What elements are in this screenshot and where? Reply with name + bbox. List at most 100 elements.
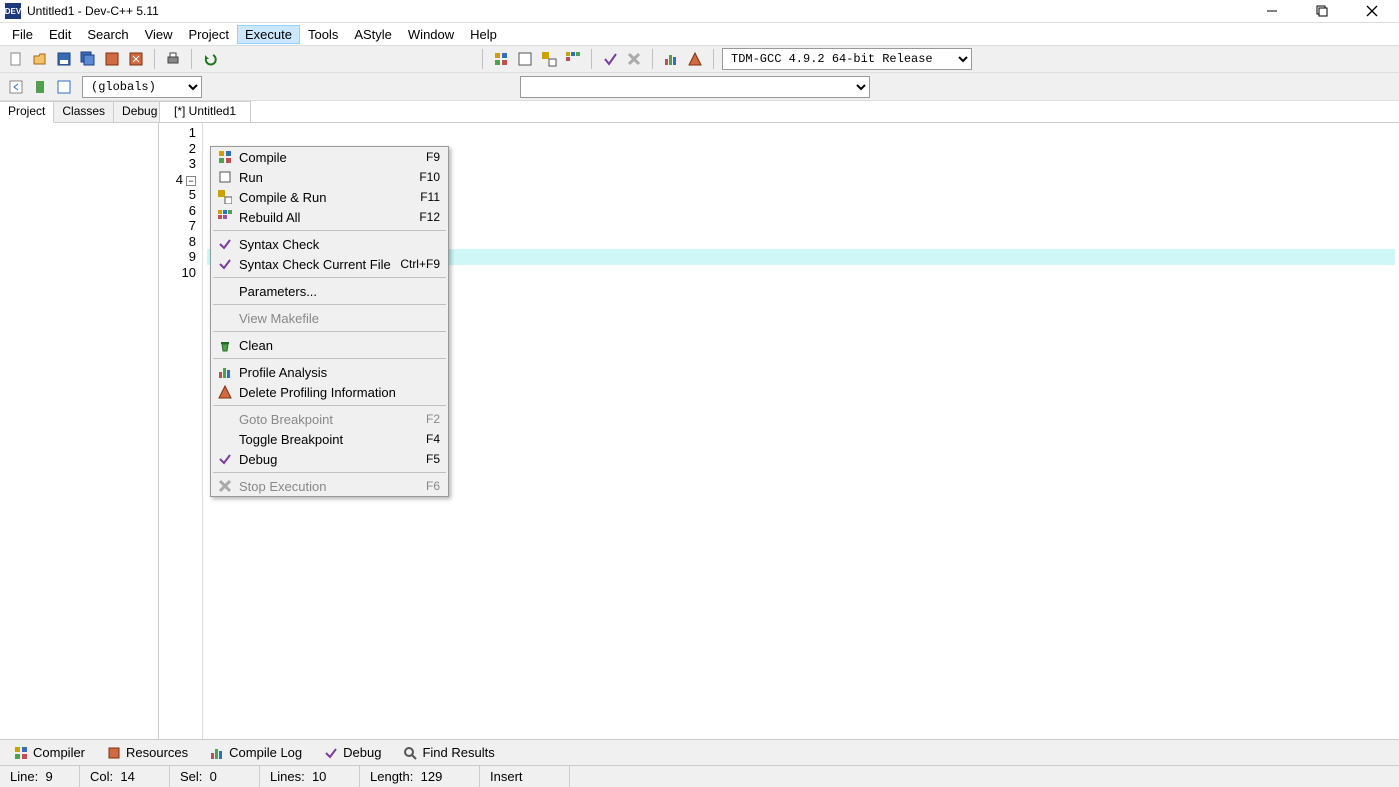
stop-icon (215, 479, 235, 493)
back-icon[interactable] (6, 77, 26, 97)
menu-item-debug[interactable]: DebugF5 (211, 449, 448, 469)
menu-item-clean[interactable]: Clean (211, 335, 448, 355)
status-line: Line: 9 (0, 766, 80, 787)
compile-run-icon (215, 190, 235, 204)
code-line[interactable] (207, 125, 1395, 141)
menu-item-compile[interactable]: CompileF9 (211, 147, 448, 167)
window-title: Untitled1 - Dev-C++ 5.11 (27, 4, 1258, 18)
new-file-icon[interactable] (6, 49, 26, 69)
menu-item-shortcut: F5 (426, 452, 440, 466)
bottom-tab-find-results[interactable]: Find Results (393, 742, 504, 763)
menu-item-run[interactable]: RunF10 (211, 167, 448, 187)
run-icon[interactable] (515, 49, 535, 69)
menu-item-shortcut: F11 (420, 190, 440, 204)
menu-item-profile-analysis[interactable]: Profile Analysis (211, 362, 448, 382)
menu-item-shortcut: F9 (426, 150, 440, 164)
menu-separator (213, 331, 446, 332)
sidebar-tab-project[interactable]: Project (0, 101, 54, 123)
menu-item-shortcut: F12 (419, 210, 440, 224)
compile-icon[interactable] (491, 49, 511, 69)
menu-window[interactable]: Window (400, 25, 462, 44)
line-number: 2 (161, 141, 196, 157)
goto-icon[interactable] (54, 77, 74, 97)
menu-astyle[interactable]: AStyle (346, 25, 400, 44)
menu-item-shortcut: F4 (426, 432, 440, 446)
toolbar-secondary: (globals) (0, 73, 1399, 101)
compiler-select[interactable]: TDM-GCC 4.9.2 64-bit Release (722, 48, 972, 70)
close-button[interactable] (1358, 1, 1386, 21)
editor-tab[interactable]: [*] Untitled1 (159, 101, 251, 122)
syntax-icon (215, 237, 235, 251)
line-number: 10 (161, 265, 196, 281)
menu-item-syntax-check[interactable]: Syntax Check (211, 234, 448, 254)
sidebar-tabs: ProjectClassesDebug (0, 101, 158, 123)
menu-item-label: View Makefile (235, 311, 440, 326)
bottom-tab-compiler[interactable]: Compiler (4, 742, 95, 763)
menu-execute[interactable]: Execute (237, 25, 300, 44)
undo-icon[interactable] (200, 49, 220, 69)
bookmark-icon[interactable] (30, 77, 50, 97)
find-results-icon (403, 746, 417, 760)
bottom-tab-bar: Compiler Resources Compile LogDebugFind Re… (0, 739, 1399, 765)
class-select[interactable] (520, 76, 870, 98)
sidebar-tab-classes[interactable]: Classes (54, 101, 114, 122)
debug-icon (324, 746, 338, 760)
menu-view[interactable]: View (137, 25, 181, 44)
menu-item-label: Compile (235, 150, 426, 165)
bottom-tab-resources[interactable]: Resources (97, 742, 198, 763)
menu-item-syntax-check-current-file[interactable]: Syntax Check Current FileCtrl+F9 (211, 254, 448, 274)
bottom-tab-debug[interactable]: Debug (314, 742, 391, 763)
menu-search[interactable]: Search (79, 25, 136, 44)
menu-separator (213, 358, 446, 359)
save-all-icon[interactable] (78, 49, 98, 69)
menu-item-label: Rebuild All (235, 210, 419, 225)
minimize-button[interactable] (1258, 1, 1286, 21)
line-gutter: 1234−5678910 (159, 123, 203, 739)
menu-item-label: Syntax Check Current File (235, 257, 400, 272)
save-project-icon[interactable] (102, 49, 122, 69)
debug-icon (215, 452, 235, 466)
status-sel: Sel: 0 (170, 766, 260, 787)
stop-icon[interactable] (624, 49, 644, 69)
profile-icon[interactable] (661, 49, 681, 69)
resources-icon (107, 746, 121, 760)
menu-item-shortcut: Ctrl+F9 (400, 257, 440, 271)
menu-item-label: Syntax Check (235, 237, 440, 252)
menu-item-shortcut: F6 (426, 479, 440, 493)
menu-item-label: Profile Analysis (235, 365, 440, 380)
menu-item-toggle-breakpoint[interactable]: Toggle BreakpointF4 (211, 429, 448, 449)
menu-help[interactable]: Help (462, 25, 505, 44)
menu-item-rebuild-all[interactable]: Rebuild AllF12 (211, 207, 448, 227)
menu-edit[interactable]: Edit (41, 25, 79, 44)
menu-separator (213, 230, 446, 231)
print-icon[interactable] (163, 49, 183, 69)
delete-profile-icon[interactable] (685, 49, 705, 69)
rebuild-icon[interactable] (563, 49, 583, 69)
maximize-button[interactable] (1308, 1, 1336, 21)
compile-run-icon[interactable] (539, 49, 559, 69)
syntax-icon (215, 257, 235, 271)
app-icon: DEV (5, 3, 21, 19)
menu-separator (213, 304, 446, 305)
menu-item-compile-run[interactable]: Compile & RunF11 (211, 187, 448, 207)
fold-icon[interactable]: − (186, 176, 196, 186)
menu-item-parameters-[interactable]: Parameters... (211, 281, 448, 301)
menu-project[interactable]: Project (181, 25, 237, 44)
menu-item-delete-profiling-information[interactable]: Delete Profiling Information (211, 382, 448, 402)
compile-icon (215, 150, 235, 164)
status-bar: Line: 9 Col: 14 Sel: 0 Lines: 10 Length:… (0, 765, 1399, 787)
menu-file[interactable]: File (4, 25, 41, 44)
menu-tools[interactable]: Tools (300, 25, 346, 44)
menu-bar: FileEditSearchViewProjectExecuteToolsASt… (0, 23, 1399, 45)
close-file-icon[interactable] (126, 49, 146, 69)
menu-item-label: Compile & Run (235, 190, 420, 205)
bottom-tab-label: Resources (126, 745, 188, 760)
open-icon[interactable] (30, 49, 50, 69)
line-number: 3 (161, 156, 196, 172)
debug-icon[interactable] (600, 49, 620, 69)
menu-item-label: Toggle Breakpoint (235, 432, 426, 447)
globals-select[interactable]: (globals) (82, 76, 202, 98)
save-icon[interactable] (54, 49, 74, 69)
sidebar: ProjectClassesDebug (0, 101, 159, 739)
bottom-tab-compile-log[interactable]: Compile Log (200, 742, 312, 763)
